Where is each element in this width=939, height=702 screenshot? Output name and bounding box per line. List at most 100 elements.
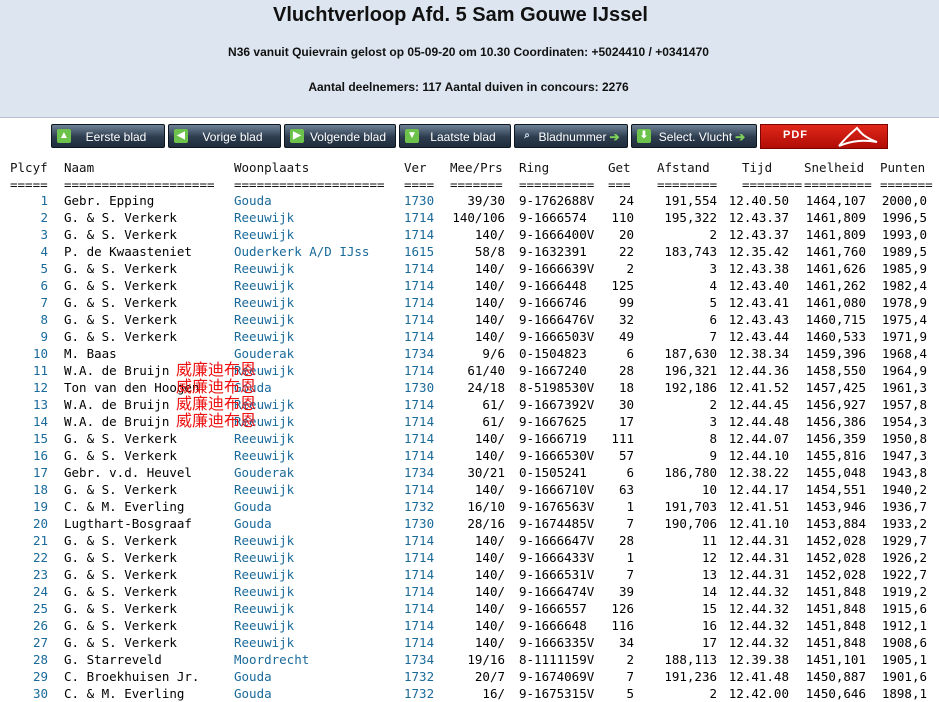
- cell-speed: 1459,396: [805, 346, 866, 361]
- table-row: 3 G. & S. Verkerk Reeuwijk 1714 140/9-166640…: [0, 226, 939, 243]
- cell-mee-prs: 28/16: [467, 516, 505, 531]
- cell-mee-prs: 140/: [474, 295, 505, 310]
- col-header-place: =====: [10, 177, 48, 192]
- cell-mee-prs: 140/: [474, 261, 505, 276]
- table-row: 10 M. Baas Gouderak 1734 9/6 0-1504823 6 187,63…: [0, 345, 939, 362]
- cell-get: 39: [618, 584, 634, 599]
- col-header-time: Tijd: [742, 160, 773, 175]
- cell-name: G. & S. Verkerk: [64, 601, 177, 616]
- pdf-export-button[interactable]: PDF: [760, 124, 888, 149]
- cell-ring: 9-1666746: [519, 295, 587, 310]
- cell-time: 12.44.07: [728, 431, 789, 446]
- table-row: 22 G. & S. Verkerk Reeuwijk 1714 140/9-16664…: [0, 549, 939, 566]
- cell-points: 1996,5: [881, 210, 927, 225]
- cell-speed: 1461,080: [805, 295, 866, 310]
- page-number-button[interactable]: ⌕ Bladnummer ➔: [514, 124, 628, 148]
- pdf-label: PDF: [783, 129, 808, 141]
- cell-points: 1922,7: [881, 567, 927, 582]
- cell-residence: Reeuwijk: [234, 584, 295, 599]
- col-header-ring: ==========: [519, 177, 595, 192]
- cell-distance: 2: [709, 686, 717, 701]
- cell-points: 1943,8: [881, 465, 927, 480]
- cell-speed: 1451,101: [805, 652, 866, 667]
- cell-distance: 195,322: [664, 210, 717, 225]
- page-title: Vluchtverloop Afd. 5 Sam Gouwe IJssel: [273, 4, 648, 26]
- col-header-points: Punten: [880, 160, 926, 175]
- cell-time: 12.35.42: [728, 244, 789, 259]
- cell-speed: 1456,927: [805, 397, 866, 412]
- cell-distance: 190,706: [664, 516, 717, 531]
- cell-place: 4: [40, 244, 48, 259]
- select-flight-label: Select. Vlucht: [658, 130, 733, 144]
- cell-speed: 1454,551: [805, 482, 866, 497]
- cell-speed: 1452,028: [805, 567, 866, 582]
- table-row: 19 C. & M. Everling Gouda 1732 16/10 9-167656…: [0, 498, 939, 515]
- page-number-label: Bladnummer: [538, 130, 607, 144]
- cell-ver: 1730: [404, 193, 435, 208]
- cell-speed: 1451,848: [805, 618, 866, 633]
- cell-points: 1982,4: [881, 278, 927, 293]
- cell-get: 7: [626, 669, 634, 684]
- cell-ring: 9-1632391: [519, 244, 587, 259]
- cell-name: G. & S. Verkerk: [64, 533, 177, 548]
- cell-distance: 11: [701, 533, 717, 548]
- cell-speed: 1453,946: [805, 499, 866, 514]
- cell-points: 1954,3: [881, 414, 927, 429]
- cell-mee-prs: 61/: [482, 414, 505, 429]
- cell-ring: 9-1674069V: [519, 669, 595, 684]
- cell-ring: 9-1667625: [519, 414, 587, 429]
- cell-mee-prs: 140/: [474, 601, 505, 616]
- cell-ver: 1714: [404, 482, 435, 497]
- cell-mee-prs: 19/16: [467, 652, 505, 667]
- first-page-button[interactable]: ▲ Eerste blad: [51, 124, 165, 148]
- cell-points: 1964,9: [881, 363, 927, 378]
- cell-ver: 1714: [404, 550, 435, 565]
- cell-ring: 8-5198530V: [519, 380, 595, 395]
- table-row: 17 Gebr. v.d. Heuvel Gouderak 1734 30/21 0-15…: [0, 464, 939, 481]
- overlay-text: 威廉迪布恩: [176, 411, 257, 430]
- cell-time: 12.38.22: [728, 465, 789, 480]
- cell-place: 27: [32, 635, 48, 650]
- cell-time: 12.41.52: [728, 380, 789, 395]
- table-row: 28 G. Starreveld Moordrecht 1734 19/16 8-1111…: [0, 651, 939, 668]
- cell-points: 1950,8: [881, 431, 927, 446]
- cell-get: 7: [626, 516, 634, 531]
- cell-time: 12.44.36: [728, 363, 789, 378]
- cell-place: 20: [32, 516, 48, 531]
- cell-get: 111: [611, 431, 634, 446]
- cell-speed: 1461,262: [805, 278, 866, 293]
- cell-points: 1926,2: [881, 550, 927, 565]
- table-row: 1 Gebr. Epping Gouda 1730 39/30 9-1762688V 24 1…: [0, 192, 939, 209]
- cell-mee-prs: 140/: [474, 550, 505, 565]
- cell-ver: 1714: [404, 329, 435, 344]
- cell-get: 24: [618, 193, 634, 208]
- cell-ver: 1714: [404, 431, 435, 446]
- cell-speed: 1455,816: [805, 448, 866, 463]
- cell-ver: 1714: [404, 278, 435, 293]
- cell-place: 15: [32, 431, 48, 446]
- cell-name: Lugthart-Bosgraaf: [64, 516, 192, 531]
- cell-get: 6: [626, 346, 634, 361]
- col-header-speed: Snelheid: [804, 160, 865, 175]
- cell-residence: Reeuwijk: [234, 397, 295, 412]
- cell-time: 12.44.32: [728, 601, 789, 616]
- cell-ring: 9-1666719: [519, 431, 587, 446]
- cell-mee-prs: 140/: [474, 431, 505, 446]
- cell-distance: 191,236: [664, 669, 717, 684]
- navigation-toolbar: ▲ Eerste blad ◀ Vorige blad ▶ Volgende b…: [0, 124, 939, 149]
- cell-ver: 1714: [404, 363, 435, 378]
- page-header: Vluchtverloop Afd. 5 Sam Gouwe IJssel N3…: [0, 0, 939, 118]
- cell-ring: 9-1667392V: [519, 397, 595, 412]
- go-arrow-icon: ➔: [735, 130, 746, 144]
- next-page-button[interactable]: ▶ Volgende blad: [284, 124, 396, 148]
- cell-time: 12.43.37: [728, 227, 789, 242]
- cell-distance: 12: [701, 550, 717, 565]
- participants-info: Aantal deelnemers: 117 Aantal duiven in …: [308, 80, 629, 94]
- previous-page-button[interactable]: ◀ Vorige blad: [168, 124, 281, 148]
- cell-time: 12.43.43: [728, 312, 789, 327]
- select-flight-button[interactable]: ⬇ Select. Vlucht ➔: [631, 124, 757, 148]
- cell-name: G. & S. Verkerk: [64, 295, 177, 310]
- cell-mee-prs: 24/18: [467, 380, 505, 395]
- cell-points: 1985,9: [881, 261, 927, 276]
- last-page-button[interactable]: ▼ Laatste blad: [399, 124, 511, 148]
